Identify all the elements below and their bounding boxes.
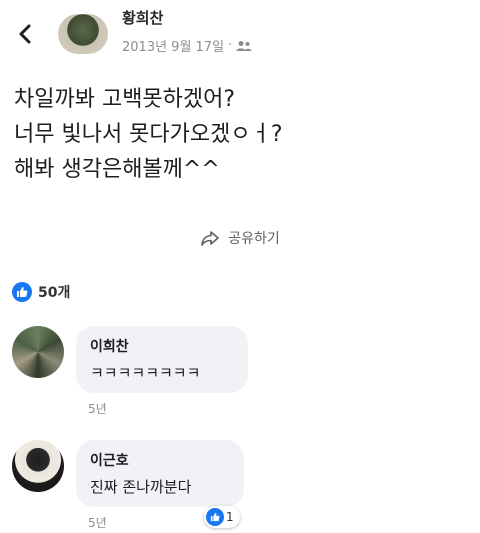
share-label: 공유하기 (228, 231, 280, 247)
comment-like-count: 1 (226, 510, 234, 524)
like-icon (206, 508, 224, 526)
reaction-summary[interactable]: 50개 (12, 282, 70, 302)
commenter-name[interactable]: 이희찬 (90, 336, 234, 356)
post-line: 차일까봐 고백못하겠어? (14, 87, 236, 112)
share-arrow-icon (201, 231, 220, 246)
reaction-count: 50개 (38, 285, 71, 301)
post-meta: 2013년 9월 17일 · (122, 36, 252, 55)
post-header: 황희찬 2013년 9월 17일 · (0, 0, 480, 70)
author-avatar[interactable] (58, 14, 108, 54)
comment-text: 진짜 존나까분다 (90, 478, 192, 496)
post-body: 차일까봐 고백못하겠어? 너무 빛나서 못다가오겠ㅇㅓ? 해봐 생각은해볼께^^ (14, 82, 470, 187)
comment-reaction[interactable]: 1 (204, 506, 240, 528)
post-line: 해봐 생각은해볼께^^ (14, 157, 220, 182)
comment-text: ㅋㅋㅋㅋㅋㅋㅋㅋ (90, 364, 201, 382)
meta-separator: · (228, 38, 233, 53)
comment-bubble: 이희찬 ㅋㅋㅋㅋㅋㅋㅋㅋ (76, 326, 248, 393)
comment-bubble: 이근호 진짜 존나까분다 (76, 440, 244, 507)
post-line: 너무 빛나서 못다가오겠ㅇㅓ? (14, 122, 283, 147)
share-button[interactable]: 공유하기 (0, 220, 480, 256)
friends-icon (236, 40, 252, 51)
post-date[interactable]: 2013년 9월 17일 (122, 36, 224, 55)
like-icon (12, 282, 32, 302)
commenter-name[interactable]: 이근호 (90, 450, 230, 470)
commenter-avatar[interactable] (12, 440, 64, 492)
comment-time[interactable]: 5년 (88, 400, 107, 417)
commenter-avatar[interactable] (12, 326, 64, 378)
comment-time[interactable]: 5년 (88, 514, 107, 531)
back-arrow-icon[interactable] (14, 22, 38, 46)
author-name[interactable]: 황희찬 (122, 7, 163, 28)
